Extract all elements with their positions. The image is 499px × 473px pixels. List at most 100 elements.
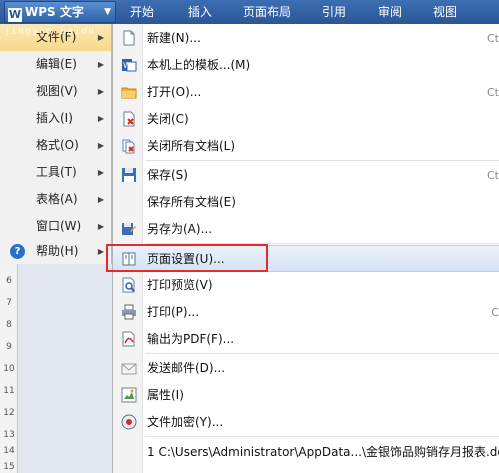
ruler-number: 10 (3, 364, 15, 374)
menu-shortcut: C (491, 306, 499, 319)
tab-review[interactable]: 审阅 (378, 0, 402, 24)
menu-item-label: 打印预览(V) (147, 278, 213, 292)
menu-item-label: 工具(T) (36, 165, 77, 179)
chevron-right-icon: ▶ (97, 195, 104, 204)
printer-icon (122, 304, 136, 320)
vertical-ruler: 6 7 8 9 10 11 12 13 14 15 (0, 264, 18, 473)
tab-view[interactable]: 视图 (433, 0, 457, 24)
close-doc-icon (123, 111, 135, 127)
menu-item-close[interactable]: 关闭(C) (113, 106, 499, 133)
chevron-right-icon: ▶ (97, 114, 104, 123)
highlight-annotation (106, 244, 268, 272)
menu-item-open[interactable]: 打开(O)... Ct (113, 79, 499, 106)
menu-item-save[interactable]: 保存(S) Ct (113, 162, 499, 189)
menu-item-label: 表格(A) (36, 192, 78, 206)
menu-item-label: 打开(O)... (147, 85, 202, 99)
menu-separator (145, 436, 499, 437)
ruler-number: 11 (3, 386, 15, 396)
menu-item-label: 文件加密(Y)... (147, 415, 224, 429)
menu-item-print[interactable]: 打印(P)... C (113, 299, 499, 326)
menu-item-edit[interactable]: 编辑(E) ▶ (0, 51, 111, 78)
app-main-menu: 文件(F) ▶ 编辑(E) ▶ 视图(V) ▶ 插入(I) ▶ 格式(O) ▶ 工具(T)… (0, 24, 112, 264)
menu-shortcut: Ct (487, 86, 499, 99)
menu-item-insert[interactable]: 插入(I) ▶ (0, 105, 111, 132)
chevron-right-icon: ▶ (97, 60, 104, 69)
chevron-down-icon: ▼ (104, 7, 111, 17)
encrypt-icon (121, 414, 137, 430)
menu-item-export-pdf[interactable]: 输出为PDF(F)... (113, 326, 499, 353)
tab-references[interactable]: 引用 (322, 0, 346, 24)
menu-item-format[interactable]: 格式(O) ▶ (0, 132, 111, 159)
save-as-icon (122, 223, 136, 235)
menu-item-label: 窗口(W) (36, 219, 82, 233)
chevron-right-icon: ▶ (97, 222, 104, 231)
menu-item-label: 编辑(E) (36, 57, 77, 71)
chevron-right-icon: ▶ (97, 87, 104, 96)
menu-item-label: 1 C:\Users\Administrator\AppData...\金银饰品… (147, 445, 499, 459)
ruler-number: 9 (6, 342, 12, 352)
menu-item-label: 另存为(A)... (147, 222, 213, 236)
ruler-number: 14 (3, 446, 15, 456)
chevron-right-icon: ▶ (97, 141, 104, 150)
properties-icon (121, 387, 137, 403)
menu-item-label: 保存所有文档(E) (147, 195, 236, 209)
menu-item-save-as[interactable]: 另存为(A)... (113, 216, 499, 243)
menu-item-window[interactable]: 窗口(W) ▶ (0, 213, 111, 240)
new-doc-icon (123, 30, 135, 46)
tab-home[interactable]: 开始 (130, 0, 154, 24)
ruler-number: 15 (3, 462, 15, 472)
menu-item-view[interactable]: 视图(V) ▶ (0, 78, 111, 105)
menu-item-close-all[interactable]: 关闭所有文档(L) (113, 133, 499, 160)
close-all-icon (122, 139, 135, 154)
menu-item-label: 输出为PDF(F)... (147, 332, 235, 346)
menu-item-label: 视图(V) (36, 84, 78, 98)
menu-item-label: 属性(I) (147, 388, 184, 402)
menu-item-label: 格式(O) (36, 138, 79, 152)
menu-shortcut: Ct (487, 169, 499, 182)
print-preview-icon (122, 277, 135, 293)
menu-item-new[interactable]: 新建(N)... Ct (113, 25, 499, 52)
menu-item-label: 关闭(C) (147, 112, 189, 126)
menu-item-send-mail[interactable]: 发送邮件(D)... (113, 355, 499, 382)
app-name: WPS 文字 (25, 5, 84, 19)
menu-item-local-templates[interactable]: W 本机上的模板...(M) (113, 52, 499, 79)
menu-item-label: 保存(S) (147, 168, 188, 182)
menu-separator (145, 353, 499, 354)
ruler-number: 12 (3, 408, 15, 418)
tab-page-layout[interactable]: 页面布局 (243, 0, 291, 24)
menu-item-label: 关闭所有文档(L) (147, 139, 236, 153)
menu-item-tools[interactable]: 工具(T) ▶ (0, 159, 111, 186)
folder-open-icon (121, 87, 137, 99)
watermark: jingyan.baidu (4, 26, 96, 37)
menu-item-help[interactable]: ? 帮助(H) ▶ (0, 238, 111, 265)
menu-item-label: 打印(P)... (147, 305, 200, 319)
menu-shortcut: Ct (487, 32, 499, 45)
wps-logo-icon: W (8, 8, 22, 22)
menu-item-recent-file[interactable]: 1 C:\Users\Administrator\AppData...\金银饰品… (113, 439, 499, 466)
chevron-right-icon: ▶ (97, 247, 104, 256)
menu-item-label: 帮助(H) (36, 244, 79, 258)
menu-item-label: 插入(I) (36, 111, 73, 125)
ruler-number: 8 (6, 320, 12, 330)
ruler-number: 13 (3, 430, 15, 440)
ruler-number: 7 (6, 298, 12, 308)
menu-item-save-all[interactable]: 保存所有文档(E) (113, 189, 499, 216)
title-bar: W WPS 文字 ▼ 开始 插入 页面布局 引用 审阅 视图 (0, 0, 499, 24)
svg-text:W: W (123, 61, 131, 70)
tab-insert[interactable]: 插入 (188, 0, 212, 24)
chevron-right-icon: ▶ (97, 33, 104, 42)
template-icon: W (122, 59, 137, 72)
menu-item-encrypt[interactable]: 文件加密(Y)... (113, 409, 499, 436)
mail-icon (121, 363, 137, 375)
help-icon: ? (10, 244, 25, 259)
ruler-number: 6 (6, 276, 12, 286)
save-icon (122, 168, 136, 182)
menu-item-label: 本机上的模板...(M) (147, 58, 251, 72)
wps-app-menu-button[interactable]: W WPS 文字 ▼ (4, 1, 116, 23)
menu-item-table[interactable]: 表格(A) ▶ (0, 186, 111, 213)
menu-item-print-preview[interactable]: 打印预览(V) (113, 272, 499, 299)
menu-item-label: 新建(N)... (147, 31, 201, 45)
chevron-right-icon: ▶ (97, 168, 104, 177)
menu-item-properties[interactable]: 属性(I) (113, 382, 499, 409)
menu-separator (145, 160, 499, 161)
